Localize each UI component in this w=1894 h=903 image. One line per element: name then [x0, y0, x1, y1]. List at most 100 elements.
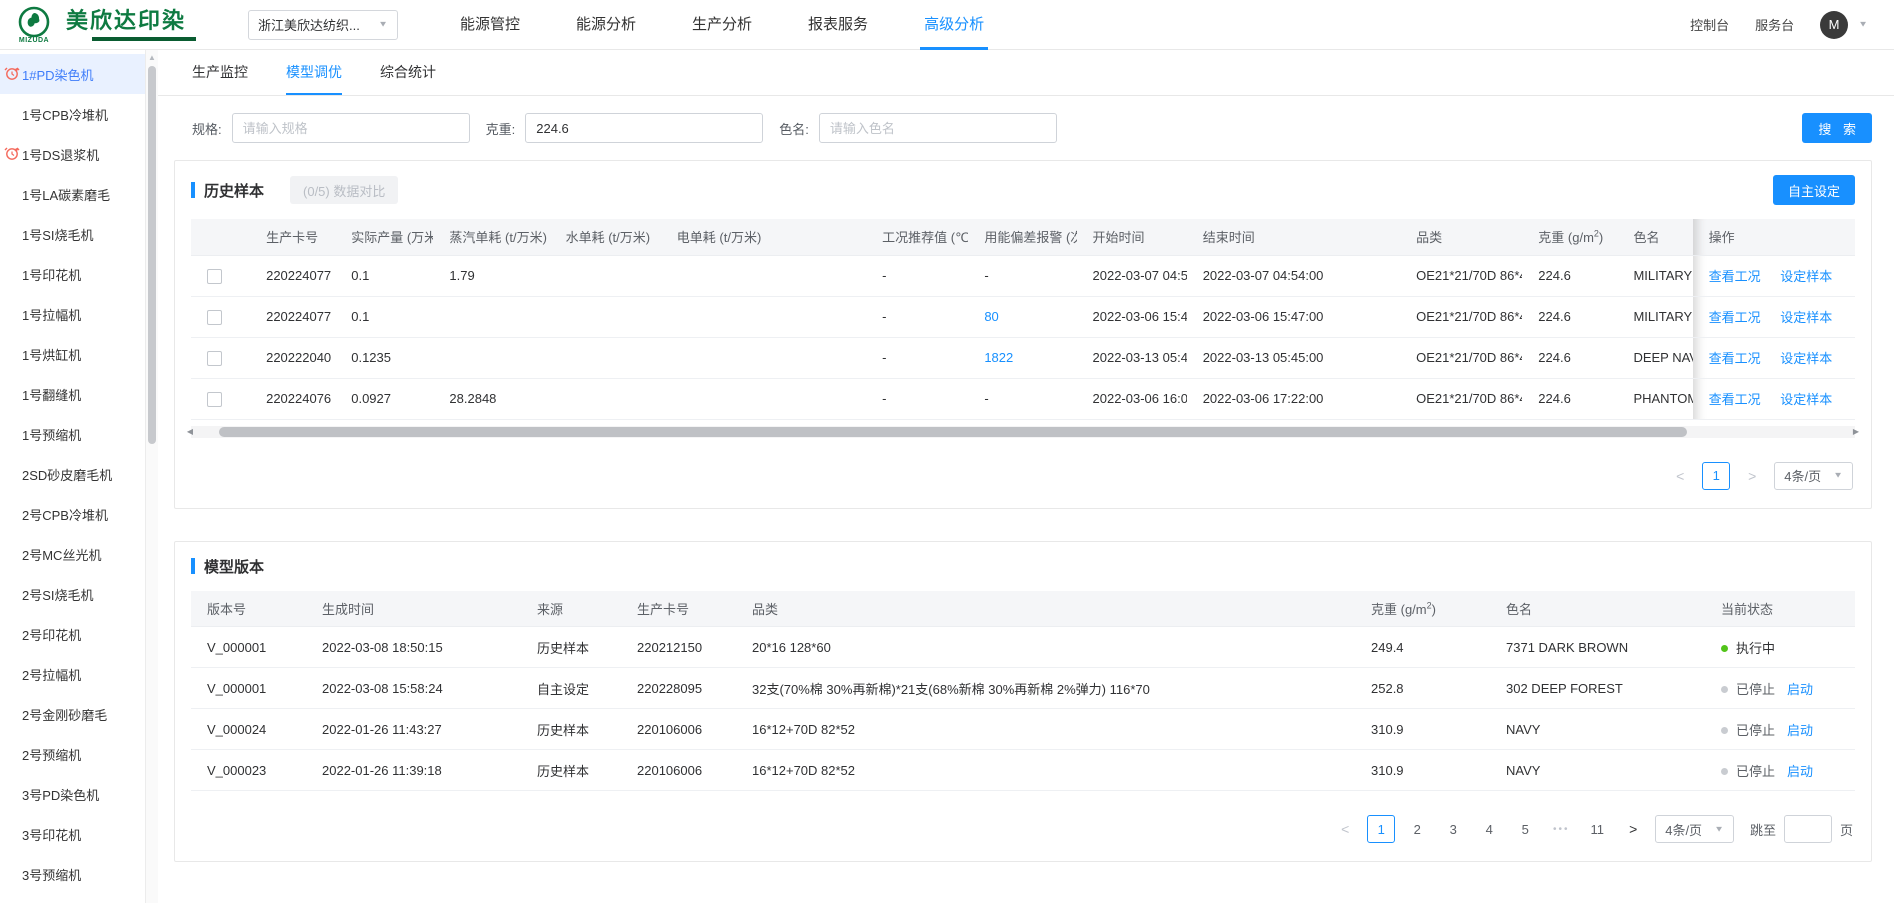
page-ellipsis[interactable]: ••• [1547, 815, 1575, 843]
prev-page-button[interactable]: < [1331, 815, 1359, 843]
page-number-1[interactable]: 1 [1702, 462, 1730, 490]
set-sample-link[interactable]: 设定样本 [1780, 310, 1832, 325]
scrollbar-thumb[interactable] [148, 66, 156, 444]
header-right: 控制台 服务台 M ▼ [1690, 11, 1894, 39]
status-text: 已停止 [1736, 682, 1775, 697]
sidebar-item[interactable]: 1号SI烧毛机 [0, 214, 145, 254]
custom-setting-button[interactable]: 自主设定 [1773, 175, 1855, 205]
data-compare-button[interactable]: (0/5) 数据对比 [290, 176, 398, 204]
weight-input[interactable] [525, 113, 763, 143]
nav-report-service[interactable]: 报表服务 [780, 0, 896, 50]
nav-production-analysis[interactable]: 生产分析 [664, 0, 780, 50]
sidebar-scrollbar[interactable]: ▲ [145, 50, 158, 903]
sidebar-item-label: 3号预缩机 [22, 865, 81, 884]
sidebar-item-label: 2SD砂皮磨毛机 [22, 465, 112, 484]
sidebar-item[interactable]: 3号印花机 [0, 814, 145, 854]
sidebar-item-1ds[interactable]: 1号DS退浆机 [0, 134, 145, 174]
scroll-left-arrow-icon[interactable]: ◀ [183, 426, 197, 438]
cell-power [661, 337, 866, 378]
sidebar-item[interactable]: 2号SI烧毛机 [0, 574, 145, 614]
prev-page-button[interactable]: < [1666, 462, 1694, 490]
console-link[interactable]: 控制台 [1690, 15, 1729, 34]
page-size-select[interactable]: 4条/页 ▼ [1774, 462, 1853, 490]
main-nav: 能源管控 能源分析 生产分析 报表服务 高级分析 [432, 0, 1012, 50]
alarm-count-link[interactable]: 1822 [984, 350, 1013, 365]
horizontal-scrollbar[interactable]: ◀ ▶ [191, 426, 1855, 438]
start-model-link[interactable]: 启动 [1787, 682, 1813, 697]
service-desk-link[interactable]: 服务台 [1755, 15, 1794, 34]
start-model-link[interactable]: 启动 [1787, 723, 1813, 738]
scrollbar-thumb[interactable] [219, 427, 1687, 437]
page-number-4[interactable]: 4 [1475, 815, 1503, 843]
color-input[interactable] [819, 113, 1057, 143]
tab-model-tuning[interactable]: 模型调优 [286, 50, 342, 95]
sidebar-item[interactable]: 2号拉幅机 [0, 654, 145, 694]
view-condition-link[interactable]: 查看工况 [1709, 310, 1761, 325]
page-number-1[interactable]: 1 [1367, 815, 1395, 843]
view-condition-link[interactable]: 查看工况 [1709, 392, 1761, 407]
sidebar-item[interactable]: 3号预缩机 [0, 854, 145, 894]
cell-operation: 查看工况 设定样本 [1693, 296, 1855, 337]
sidebar-item[interactable]: 1号LA碳素磨毛 [0, 174, 145, 214]
sidebar-item[interactable]: 2号印花机 [0, 614, 145, 654]
sidebar-item[interactable]: 1号CPB冷堆机 [0, 94, 145, 134]
models-table-wrap: 版本号 生成时间 来源 生产卡号 品类 克重 (g/m2) 色名 当前状态 V_… [191, 591, 1855, 792]
row-checkbox[interactable] [207, 351, 222, 366]
sidebar-item[interactable]: 1号翻缝机 [0, 374, 145, 414]
page-jump-input[interactable] [1784, 815, 1832, 843]
main-content: 生产监控 模型调优 综合统计 规格: 克重: 色名: 搜 索 历史样本 (0/5… [158, 50, 1894, 903]
sidebar-item[interactable]: 3号PD染色机 [0, 774, 145, 814]
cell-start: 2022-03-06 15:47:00 [1077, 296, 1187, 337]
sidebar-item[interactable]: 1号拉幅机 [0, 294, 145, 334]
page-number-3[interactable]: 3 [1439, 815, 1467, 843]
page-number-11[interactable]: 11 [1583, 815, 1611, 843]
row-checkbox[interactable] [207, 310, 222, 325]
col-card: 生产卡号 [250, 219, 335, 255]
sidebar-item[interactable]: 1号烘缸机 [0, 334, 145, 374]
cell-power [661, 255, 866, 296]
set-sample-link[interactable]: 设定样本 [1780, 269, 1832, 284]
sidebar-item-1pd-dyeing[interactable]: 1#PD染色机 [0, 54, 145, 94]
set-sample-link[interactable]: 设定样本 [1780, 351, 1832, 366]
model-row: V_000023 2022-01-26 11:39:18 历史样本 220106… [191, 750, 1855, 791]
scroll-up-arrow-icon[interactable]: ▲ [148, 53, 156, 62]
next-page-button[interactable]: > [1738, 462, 1766, 490]
sidebar-item-label: 1号拉幅机 [22, 305, 81, 324]
row-checkbox[interactable] [207, 392, 222, 407]
set-sample-link[interactable]: 设定样本 [1780, 392, 1832, 407]
next-page-button[interactable]: > [1619, 815, 1647, 843]
search-button[interactable]: 搜 索 [1802, 113, 1872, 143]
sidebar-item[interactable]: 1号印花机 [0, 254, 145, 294]
start-model-link[interactable]: 启动 [1787, 764, 1813, 779]
sidebar-item[interactable]: 2号CPB冷堆机 [0, 494, 145, 534]
view-condition-link[interactable]: 查看工况 [1709, 351, 1761, 366]
user-menu-chevron-icon[interactable]: ▼ [1858, 20, 1868, 29]
scroll-right-arrow-icon[interactable]: ▶ [1849, 426, 1863, 438]
sidebar-item[interactable]: 2号预缩机 [0, 734, 145, 774]
sidebar-item[interactable]: 1号预缩机 [0, 414, 145, 454]
cell-card: 220224077 [250, 255, 335, 296]
tab-comprehensive-stats[interactable]: 综合统计 [380, 50, 436, 95]
spec-input[interactable] [232, 113, 470, 143]
cell-output: 0.1 [335, 296, 433, 337]
sidebar-item[interactable]: 2号MC丝光机 [0, 534, 145, 574]
sidebar-item-label: 1号翻缝机 [22, 385, 81, 404]
alarm-count-link[interactable]: 80 [984, 309, 998, 324]
user-avatar[interactable]: M [1820, 11, 1848, 39]
view-condition-link[interactable]: 查看工况 [1709, 269, 1761, 284]
nav-energy-analysis[interactable]: 能源分析 [548, 0, 664, 50]
page-size-select[interactable]: 4条/页 ▼ [1655, 815, 1734, 843]
cell-weight: 224.6 [1522, 378, 1617, 419]
col-water: 水单耗 (t/万米) [550, 219, 661, 255]
tab-production-monitor[interactable]: 生产监控 [192, 50, 248, 95]
machine-sidebar: 1#PD染色机 1号CPB冷堆机 1号DS退浆机 1号LA碳素磨毛 1号SI烧毛… [0, 50, 145, 903]
sidebar-item[interactable]: 2号金刚砂磨毛 [0, 694, 145, 734]
page-number-5[interactable]: 5 [1511, 815, 1539, 843]
nav-advanced-analysis[interactable]: 高级分析 [896, 0, 1012, 50]
page-number-2[interactable]: 2 [1403, 815, 1431, 843]
sidebar-item[interactable]: 2SD砂皮磨毛机 [0, 454, 145, 494]
org-selector[interactable]: 浙江美欣达纺织... ▼ [248, 10, 398, 40]
row-checkbox[interactable] [207, 269, 222, 284]
nav-energy-control[interactable]: 能源管控 [432, 0, 548, 50]
col-category: 品类 [736, 591, 1355, 627]
